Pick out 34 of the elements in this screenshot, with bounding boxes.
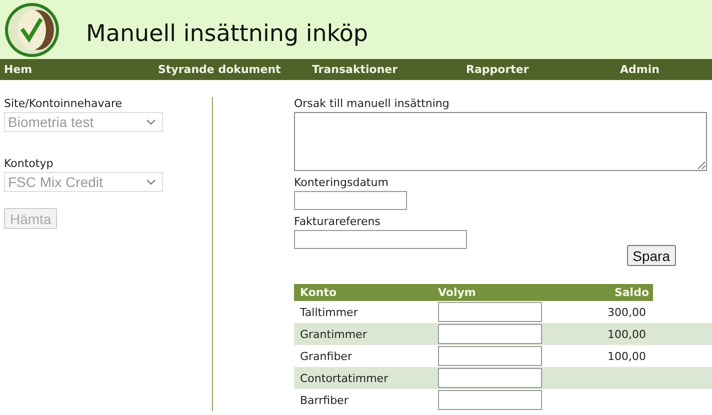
- balance-cell-text: 100,00: [606, 328, 646, 340]
- field-label: Konteringsdatum: [294, 176, 390, 189]
- chevron-icon: [146, 179, 156, 185]
- account-cell-text: Grantimmer: [300, 328, 368, 340]
- nav-link[interactable]: Styrande dokument: [158, 63, 312, 76]
- column-header: Volym: [438, 286, 477, 299]
- invoice-field[interactable]: [294, 230, 467, 249]
- column-header: Saldo: [613, 286, 649, 299]
- volume-field[interactable]: [438, 324, 542, 344]
- account-cell-text: Talltimmer: [300, 306, 359, 318]
- reason-field[interactable]: [294, 112, 707, 171]
- save-button[interactable]: Spara: [626, 245, 676, 266]
- volume-field[interactable]: [438, 368, 542, 388]
- field-label: Orsak till manuell insättning: [294, 97, 450, 110]
- volume-field[interactable]: [438, 302, 542, 322]
- nav-link[interactable]: Transaktioner: [312, 63, 466, 76]
- field-label: Kontotyp: [4, 157, 54, 170]
- account-cell-text: Contortatimmer: [300, 372, 390, 384]
- column-header: Konto: [300, 286, 338, 299]
- nav-link[interactable]: Hem: [4, 63, 158, 76]
- date-field[interactable]: [294, 191, 407, 210]
- chevron-icon: [146, 119, 156, 125]
- balance-cell-text: 100,00: [606, 350, 646, 362]
- nav-link[interactable]: Rapporter: [466, 63, 620, 76]
- field-label: Site/Kontoinnehavare: [4, 97, 124, 110]
- volume-field[interactable]: [438, 346, 542, 366]
- account-cell-text: Barrfiber: [300, 394, 350, 406]
- page-title: Manuell insättning inköp: [86, 20, 368, 46]
- nav-link[interactable]: Admin: [620, 63, 712, 76]
- balance-cell-text: 300,00: [606, 306, 646, 318]
- account-cell-text: Granfiber: [300, 350, 353, 362]
- logo-icon: [4, 2, 60, 58]
- volume-field[interactable]: [438, 390, 542, 410]
- field-label: Fakturareferens: [294, 215, 382, 228]
